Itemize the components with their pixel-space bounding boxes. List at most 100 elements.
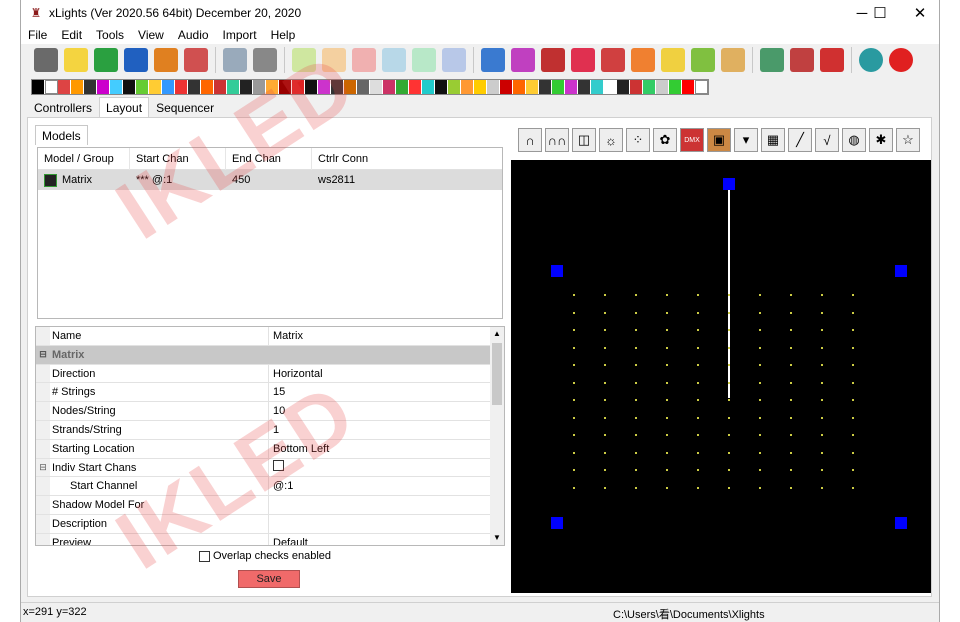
menu-edit[interactable]: Edit — [54, 28, 89, 42]
tab-sequencer[interactable]: Sequencer — [149, 97, 221, 117]
liquid-effect-icon[interactable] — [318, 80, 331, 94]
lines-effect-icon[interactable] — [305, 80, 318, 94]
property-value[interactable]: 10 — [269, 402, 504, 420]
new-sequence-icon[interactable] — [64, 48, 88, 72]
maximize-button[interactable]: ☐ — [861, 0, 899, 26]
pictures-effect-icon[interactable] — [383, 80, 396, 94]
model-icon[interactable] — [661, 48, 685, 72]
glediator-effect-icon[interactable] — [240, 80, 253, 94]
vu-meter-effect-icon[interactable] — [656, 80, 669, 94]
render-icon[interactable] — [541, 48, 565, 72]
tab-models[interactable]: Models — [35, 125, 88, 145]
scroll-down-icon[interactable]: ▼ — [490, 531, 504, 545]
indiv-start-chans-checkbox[interactable] — [273, 460, 284, 472]
color-wash-effect-icon[interactable] — [110, 80, 123, 94]
single-line-icon[interactable]: ╱ — [788, 128, 812, 152]
resize-handle-bottom-left[interactable] — [551, 517, 563, 529]
galaxy-effect-icon[interactable] — [214, 80, 227, 94]
cube-icon[interactable]: ⁘ — [626, 128, 650, 152]
video-effect-icon[interactable] — [643, 80, 656, 94]
tab-layout[interactable]: Layout — [99, 97, 150, 117]
spirals-effect-icon[interactable] — [539, 80, 552, 94]
custom-model-icon[interactable]: ✿ — [653, 128, 677, 152]
meteors-effect-icon[interactable] — [344, 80, 357, 94]
property-value[interactable]: Bottom Left — [269, 440, 504, 458]
trash-icon[interactable] — [253, 48, 277, 72]
matrix-icon[interactable]: ▦ — [761, 128, 785, 152]
star-icon[interactable]: ☆ — [896, 128, 920, 152]
column-start-chan[interactable]: Start Chan — [130, 147, 226, 170]
piano-effect-icon[interactable] — [370, 80, 383, 94]
close-button[interactable]: ✕ — [901, 0, 939, 26]
poly-line-icon[interactable]: √ — [815, 128, 839, 152]
menu-import[interactable]: Import — [216, 28, 264, 42]
bars-effect-icon[interactable] — [58, 80, 71, 94]
candle-effect-icon[interactable] — [84, 80, 97, 94]
tree-effect-icon[interactable] — [617, 80, 630, 94]
text-effect-icon[interactable] — [604, 80, 617, 94]
shockwave-effect-icon[interactable] — [487, 80, 500, 94]
strobe-effect-icon[interactable] — [578, 80, 591, 94]
rotate-handle[interactable] — [723, 178, 735, 190]
stop-icon[interactable] — [352, 48, 376, 72]
tab-controllers[interactable]: Controllers — [27, 97, 99, 117]
channel-block-icon[interactable]: ◫ — [572, 128, 596, 152]
garlands-effect-icon[interactable] — [227, 80, 240, 94]
column-ctrlr-conn[interactable]: Ctrlr Conn — [312, 148, 412, 170]
layout-preview-canvas[interactable] — [511, 160, 931, 593]
music-effect-icon[interactable] — [357, 80, 370, 94]
state-effect-icon[interactable] — [565, 80, 578, 94]
save-icon[interactable] — [124, 48, 148, 72]
menu-tools[interactable]: Tools — [89, 28, 131, 42]
help-icon[interactable] — [859, 48, 883, 72]
overlap-checks[interactable]: Overlap checks enabled — [199, 550, 331, 562]
spinner-icon[interactable]: ✱ — [869, 128, 893, 152]
ripple-effect-icon[interactable] — [422, 80, 435, 94]
shape-effect-icon[interactable] — [461, 80, 474, 94]
stop-sign-icon[interactable] — [889, 48, 913, 72]
shader-effect-icon[interactable] — [448, 80, 461, 94]
overlap-checkbox[interactable] — [199, 550, 210, 562]
butterfly-effect-icon[interactable] — [71, 80, 84, 94]
column-end-chan[interactable]: End Chan — [226, 147, 312, 170]
fireworks-effect-icon[interactable] — [201, 80, 214, 94]
sparkle-icon[interactable] — [691, 48, 715, 72]
twinkle-effect-icon[interactable] — [630, 80, 643, 94]
property-value[interactable]: @:1 — [269, 477, 504, 495]
circle-icon[interactable]: ☼ — [599, 128, 623, 152]
spirograph-effect-icon[interactable] — [552, 80, 565, 94]
on-effect-icon[interactable] — [45, 80, 58, 94]
export-icon[interactable] — [820, 48, 844, 72]
zoom-out-icon[interactable] — [790, 48, 814, 72]
property-value[interactable]: 1 — [269, 421, 504, 439]
menu-view[interactable]: View — [131, 28, 171, 42]
icicles-icon[interactable]: ▾ — [734, 128, 758, 152]
curtain-effect-icon[interactable] — [123, 80, 136, 94]
play-icon[interactable] — [292, 48, 316, 72]
life-effect-icon[interactable] — [279, 80, 292, 94]
menu-file[interactable]: File — [21, 28, 54, 42]
property-scrollbar[interactable]: ▲ ▼ — [490, 327, 504, 545]
guitar-effect-icon[interactable] — [253, 80, 266, 94]
servo-effect-icon[interactable] — [435, 80, 448, 94]
property-value[interactable]: Horizontal — [269, 365, 504, 383]
candy-canes-icon[interactable]: ∩∩ — [545, 128, 569, 152]
layers-icon[interactable] — [571, 48, 595, 72]
scroll-thumb[interactable] — [492, 343, 502, 405]
fill-effect-icon[interactable] — [175, 80, 188, 94]
collapse-icon[interactable]: ⊟ — [36, 345, 50, 364]
plasma-effect-icon[interactable] — [409, 80, 422, 94]
wave-effect-icon[interactable] — [682, 80, 695, 94]
morph-effect-icon[interactable] — [695, 80, 708, 94]
dmx-effect-icon[interactable] — [136, 80, 149, 94]
gear-settings-icon[interactable] — [481, 48, 505, 72]
save-button[interactable]: Save — [238, 570, 300, 588]
open-folder-icon[interactable] — [94, 48, 118, 72]
table-row[interactable]: Matrix *** @:1 450 ws2811 — [38, 170, 502, 190]
single-strand-effect-icon[interactable] — [500, 80, 513, 94]
color-palette-icon[interactable] — [184, 48, 208, 72]
fan-effect-icon[interactable] — [162, 80, 175, 94]
rewind-icon[interactable] — [382, 48, 406, 72]
property-category[interactable]: ⊟ Matrix — [36, 345, 504, 365]
marquee-effect-icon[interactable] — [331, 80, 344, 94]
